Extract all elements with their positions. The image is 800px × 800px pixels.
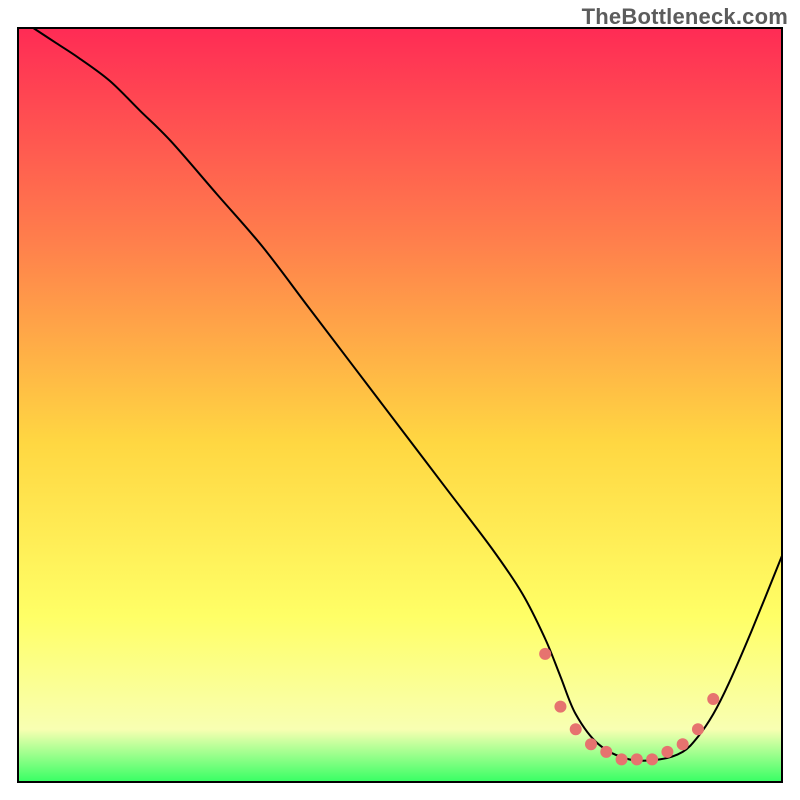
optimal-dot bbox=[570, 723, 582, 735]
optimal-dot bbox=[616, 753, 628, 765]
optimal-dot bbox=[539, 648, 551, 660]
optimal-dot bbox=[600, 746, 612, 758]
optimal-dot bbox=[554, 701, 566, 713]
optimal-dot bbox=[646, 753, 658, 765]
optimal-dot bbox=[661, 746, 673, 758]
optimal-dot bbox=[585, 738, 597, 750]
chart-frame: TheBottleneck.com bbox=[0, 0, 800, 800]
plot-background bbox=[18, 28, 782, 782]
optimal-dot bbox=[677, 738, 689, 750]
bottleneck-chart bbox=[0, 0, 800, 800]
optimal-dot bbox=[692, 723, 704, 735]
optimal-dot bbox=[631, 753, 643, 765]
watermark-text: TheBottleneck.com bbox=[582, 4, 788, 30]
optimal-dot bbox=[707, 693, 719, 705]
